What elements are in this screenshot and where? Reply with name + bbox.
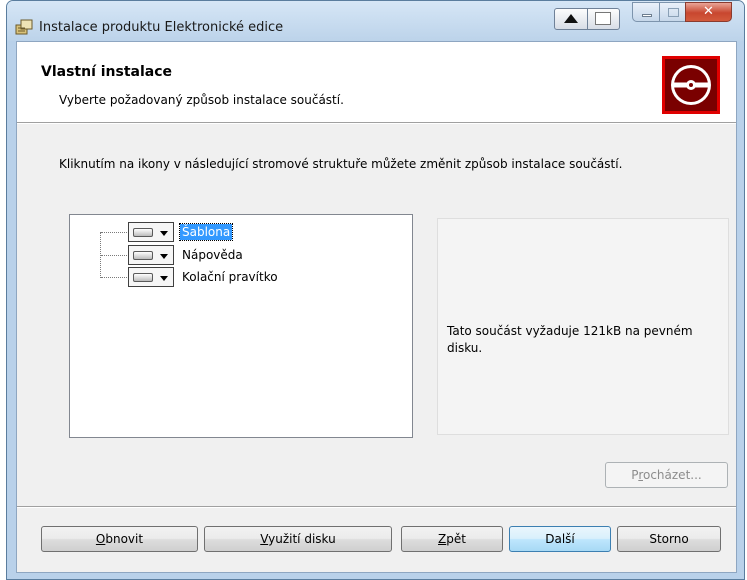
maximize-button[interactable]: [659, 2, 686, 22]
tree-connector: [101, 255, 129, 256]
feature-state-button[interactable]: [128, 222, 174, 242]
page-title: Vlastní instalace: [41, 64, 173, 80]
disk-icon: [133, 251, 153, 260]
description-panel: Tato součást vyžaduje 121kB na pevném di…: [437, 218, 729, 435]
close-icon: ✕: [703, 4, 714, 19]
header-separator: [17, 122, 736, 124]
tree-item-napoveda[interactable]: Nápověda: [180, 247, 245, 263]
browse-button[interactable]: Procházet...: [605, 462, 728, 488]
feature-state-button[interactable]: [128, 267, 174, 287]
next-button[interactable]: Další: [509, 526, 611, 552]
dropdown-arrow-icon: [160, 231, 168, 236]
window-title: Instalace produktu Elektronické edice: [39, 20, 284, 35]
disk-usage-button[interactable]: Využití disku: [204, 526, 392, 552]
reset-button[interactable]: Obnovit: [41, 526, 198, 552]
tree-connector: [101, 232, 129, 233]
cd-disc-icon: [662, 56, 720, 114]
disk-icon: [133, 273, 153, 282]
instructions-text: Kliknutím na ikony v následující stromov…: [59, 157, 623, 171]
tree-item-sablona[interactable]: Šablona: [178, 223, 234, 241]
footer-separator: [17, 506, 736, 508]
description-text: Tato součást vyžaduje 121kB na pevném di…: [447, 324, 693, 355]
maximize-icon: [668, 8, 679, 17]
feature-state-button[interactable]: [128, 245, 174, 265]
disk-icon: [133, 228, 153, 237]
title-bar[interactable]: Instalace produktu Elektronické edice ✕: [7, 1, 744, 41]
feature-tree[interactable]: Šablona Nápověda Kolační pravítko: [69, 214, 413, 438]
image-button[interactable]: [588, 9, 620, 29]
dropdown-arrow-icon: [160, 276, 168, 281]
tree-item-kolacni-pravitko[interactable]: Kolační pravítko: [180, 269, 280, 285]
tree-connector: [101, 277, 129, 278]
installer-icon: [15, 19, 33, 35]
triangle-up-icon: [564, 14, 578, 23]
installer-window: Instalace produktu Elektronické edice ✕ …: [6, 0, 745, 580]
scroll-buttons: [554, 8, 620, 30]
image-icon: [595, 12, 611, 25]
scroll-up-button[interactable]: [555, 9, 588, 29]
dropdown-arrow-icon: [160, 254, 168, 259]
page-subtitle: Vyberte požadovaný způsob instalace souč…: [59, 93, 344, 107]
header-band: Vlastní instalace Vyberte požadovaný způ…: [17, 42, 736, 122]
dialog-client: Vlastní instalace Vyberte požadovaný způ…: [16, 41, 737, 573]
close-button[interactable]: ✕: [685, 2, 732, 22]
cancel-button[interactable]: Storno: [617, 526, 721, 552]
minimize-button[interactable]: [632, 2, 660, 22]
caption-buttons: ✕: [632, 2, 737, 22]
minimize-icon: [642, 14, 652, 17]
back-button[interactable]: Zpět: [401, 526, 503, 552]
